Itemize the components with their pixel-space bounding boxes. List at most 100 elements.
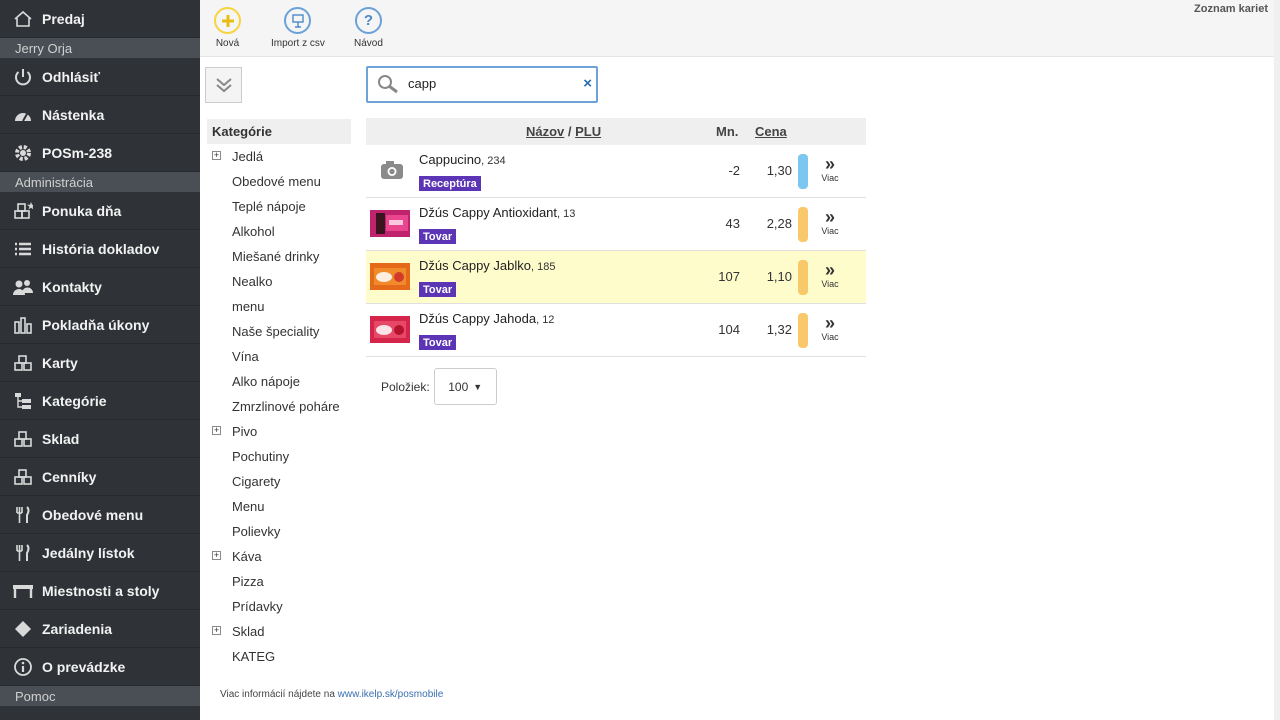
category-item[interactable]: Teplé nápoje [207,194,351,219]
double-chevron-right-icon: » [824,260,835,280]
table-row[interactable]: Džús Cappy Jablko, 185 Tovar 107 1,10 » Viac [366,251,866,304]
category-item[interactable]: Pochutiny [207,444,351,469]
new-label: Nová [215,38,240,49]
nav-item-predaj[interactable]: Predaj [0,0,200,38]
chevron-double-down-icon [215,78,232,93]
nav-item-jedalny-listok[interactable]: Jedálny lístok [0,534,200,572]
boxes-icon [12,352,34,374]
category-item[interactable]: Miešané drinky [207,244,351,269]
category-item[interactable]: Alkohol [207,219,351,244]
category-item[interactable]: Zmrzlinové poháre [207,394,351,419]
sort-price-link[interactable]: Cena [755,124,787,139]
sort-plu-link[interactable]: PLU [575,124,601,139]
category-label: Menu [232,499,265,514]
nav-label: O prevádzke [42,658,126,675]
col-separator: / [564,124,576,139]
nav-item-o-prevadzke[interactable]: O prevádzke [0,648,200,686]
double-chevron-right-icon: » [824,313,835,333]
category-item[interactable]: Naše špeciality [207,319,351,344]
product-plu: , 185 [531,261,556,273]
category-label: Obedové menu [232,174,321,189]
qty-cell: 104 [718,322,740,337]
help-button[interactable]: ? Návod [354,7,383,49]
nav-item-zariadenia[interactable]: Zariadenia [0,610,200,648]
category-item[interactable]: Menu [207,494,351,519]
color-indicator [798,154,808,189]
nav-item-obedove-menu[interactable]: Obedové menu [0,496,200,534]
category-item[interactable]: Cigarety [207,469,351,494]
nav-item-kategorie[interactable]: Kategórie [0,382,200,420]
more-button[interactable]: » Viac [816,208,844,236]
category-item[interactable]: Alko nápoje [207,369,351,394]
double-chevron-right-icon: » [824,154,835,174]
nav-item-nastenka[interactable]: Nástenka [0,96,200,134]
category-label: Teplé nápoje [232,199,306,214]
category-item[interactable]: + Káva [207,544,351,569]
more-button[interactable]: » Viac [816,155,844,183]
category-item[interactable]: Pizza [207,569,351,594]
category-item[interactable]: menu [207,294,351,319]
product-name-cell[interactable]: Džús Cappy Antioxidant, 13 [419,205,575,220]
expand-plus-icon[interactable]: + [212,551,221,560]
more-button[interactable]: » Viac [816,314,844,342]
footer-link[interactable]: www.ikelp.sk/posmobile [338,689,444,700]
page-title: Zoznam kariet [1194,3,1268,15]
nav-label: POSm-238 [42,144,113,161]
nav-item-cenniky[interactable]: Cenníky [0,458,200,496]
nav-item-posm-238[interactable]: POSm-238 [0,134,200,172]
info-icon [12,656,34,678]
import-csv-button[interactable]: Import z csv [271,7,325,49]
category-item[interactable]: + Jedlá [207,144,351,169]
product-name-cell[interactable]: Džús Cappy Jablko, 185 [419,258,555,273]
nav-label: História dokladov [42,240,160,257]
product-name-cell[interactable]: Cappucino, 234 [419,152,506,167]
product-thumbnail [370,316,410,343]
more-button[interactable]: » Viac [816,261,844,289]
nav-item-kontakty[interactable]: Kontakty [0,268,200,306]
nav-label: Odhlásiť [42,68,101,85]
sort-name-link[interactable]: Názov [526,124,564,139]
expand-plus-icon[interactable]: + [212,426,221,435]
search-icon [376,74,400,99]
nav-label: Kontakty [42,278,102,295]
category-item[interactable]: Vína [207,344,351,369]
nav-label: Jedálny lístok [42,544,135,561]
category-label: Cigarety [232,474,281,489]
section-help[interactable]: Pomoc [0,686,200,706]
price-cell: 2,28 [766,216,792,231]
category-label: Alko nápoje [232,374,300,389]
nav-item-sklad[interactable]: Sklad [0,420,200,458]
double-chevron-right-icon: » [824,207,835,227]
category-item[interactable]: Obedové menu [207,169,351,194]
scrollbar[interactable] [1274,0,1280,720]
nav-item-ponuka-dna[interactable]: ★ Ponuka dňa [0,192,200,230]
collapse-categories-button[interactable] [205,67,242,103]
page-size-select[interactable]: 100 ▼ [433,368,497,405]
search-box: × [366,66,598,103]
category-label: Káva [232,549,262,564]
nav-item-karty[interactable]: Karty [0,344,200,382]
category-item[interactable]: KATEG [207,644,351,669]
nav-item-pokladna-ukony[interactable]: Pokladňa úkony [0,306,200,344]
category-item[interactable]: + Pivo [207,419,351,444]
expand-plus-icon[interactable]: + [212,626,221,635]
product-name-cell[interactable]: Džús Cappy Jahoda, 12 [419,311,554,326]
table-row[interactable]: Džús Cappy Jahoda, 12 Tovar 104 1,32 » Viac [366,304,866,357]
clear-search-icon[interactable]: × [583,75,592,92]
category-label: menu [232,299,265,314]
toolbar: Nová Import z csv ? Návod Zoznam kariet [200,0,1280,57]
search-input[interactable] [408,76,568,91]
category-item[interactable]: Polievky [207,519,351,544]
expand-plus-icon[interactable]: + [212,151,221,160]
product-name: Džús Cappy Antioxidant [419,205,558,220]
nav-item-miestnosti-a-stoly[interactable]: Miestnosti a stoly [0,572,200,610]
category-item[interactable]: Prídavky [207,594,351,619]
category-item[interactable]: Nealko [207,269,351,294]
nav-item-historia-dokladov[interactable]: História dokladov [0,230,200,268]
table-row[interactable]: Džús Cappy Antioxidant, 13 Tovar 43 2,28 » Vi… [366,198,866,251]
category-item[interactable]: + Sklad [207,619,351,644]
sidebar: Predaj Jerry Orja Odhlásiť Nástenka POSm-2… [0,0,200,720]
nav-item-odhlasit[interactable]: Odhlásiť [0,58,200,96]
new-button[interactable]: Nová [214,7,241,49]
table-row[interactable]: Cappucino, 234 Receptúra -2 1,30» Viac [366,145,866,198]
